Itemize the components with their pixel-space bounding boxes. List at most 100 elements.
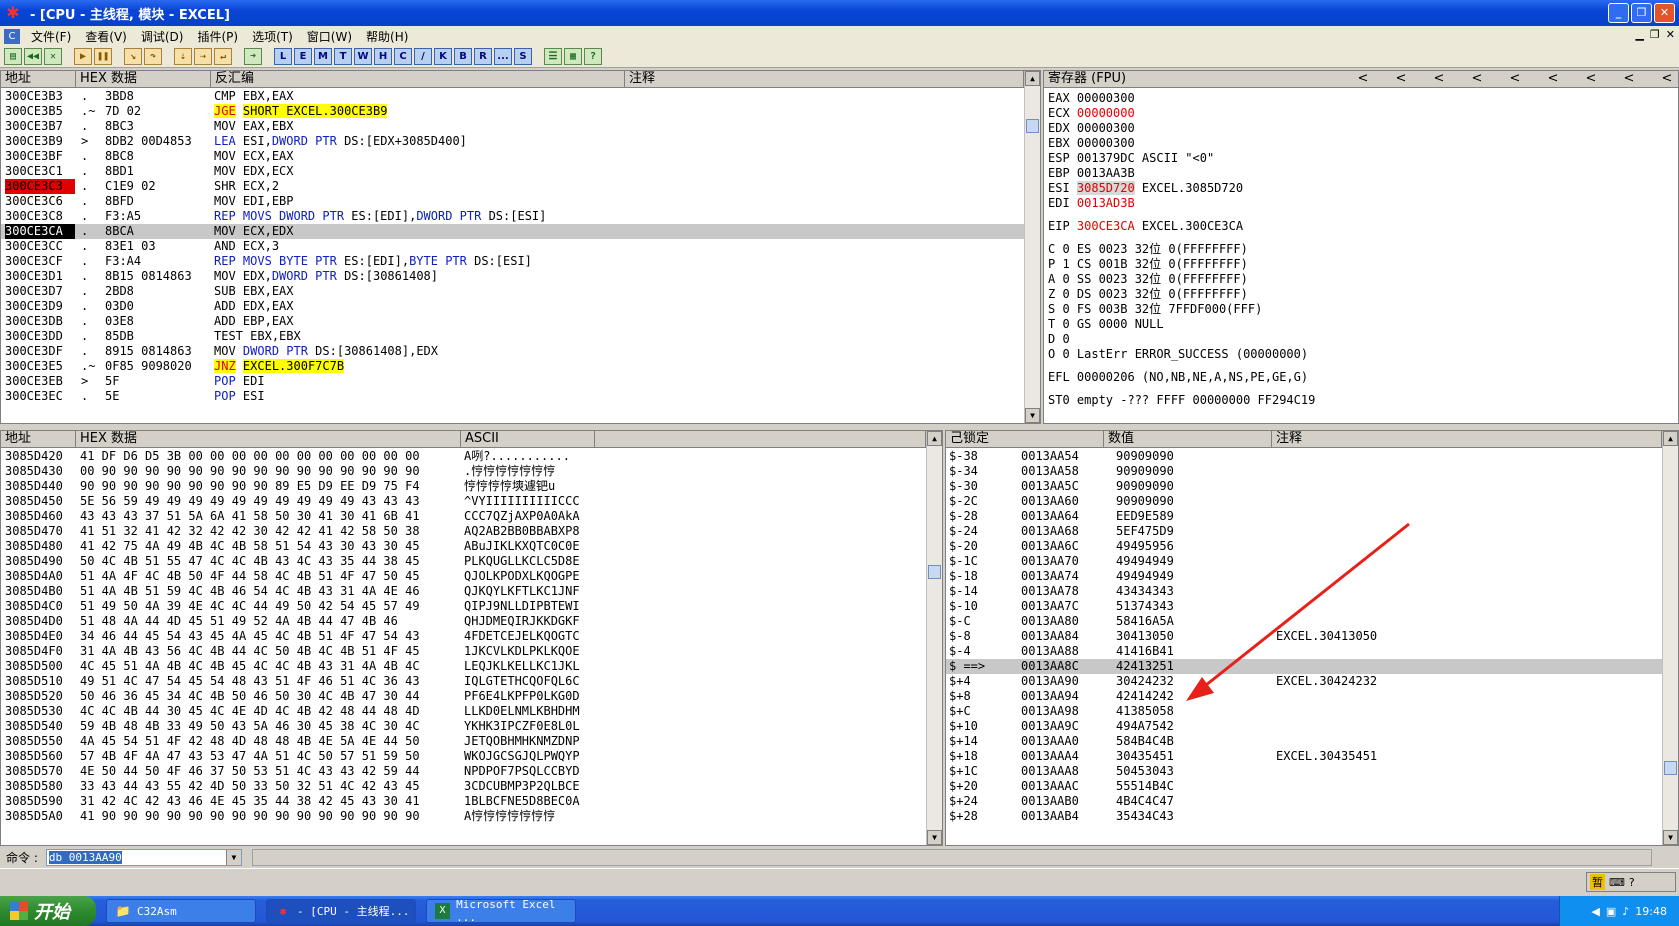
menu-file[interactable]: 文件(F)	[24, 28, 78, 45]
stack-row[interactable]: $-24 0013AA68 5EF475D9	[946, 524, 1662, 539]
dump-row[interactable]: 3085D420 41 DF D6 D5 3B 00 00 00 00 00 00…	[1, 449, 926, 464]
dump-row[interactable]: 3085D520 50 46 36 45 34 4C 4B 50 46 50 30…	[1, 689, 926, 704]
ime-toolbar[interactable]: 暂 ⌨ ?	[1586, 872, 1676, 892]
col-header-comment[interactable]: 注释	[625, 71, 1024, 88]
windows-window-icon[interactable]: W	[354, 48, 372, 65]
registers-header[interactable]: 寄存器 (FPU) < < < < < < < < <	[1044, 71, 1678, 88]
stack-row[interactable]: $-14 0013AA78 43434343	[946, 584, 1662, 599]
stack-row[interactable]: $-10 0013AA7C 51374343	[946, 599, 1662, 614]
dump-row[interactable]: 3085D4F0 31 4A 4B 43 56 4C 4B 44 4C 50 4B…	[1, 644, 926, 659]
menu-view[interactable]: 查看(V)	[78, 28, 134, 45]
dump-row[interactable]: 3085D550 4A 45 54 51 4F 42 48 4D 48 48 4B…	[1, 734, 926, 749]
restore-button[interactable]: ❐	[1631, 3, 1652, 23]
tray-expand-icon[interactable]: ◀	[1591, 905, 1599, 918]
stack-col-header-value[interactable]: 数值	[1104, 431, 1272, 448]
window-title-bar[interactable]: ✱ - [CPU - 主线程, 模块 - EXCEL] _ ❐ ✕	[0, 0, 1679, 26]
breakpoints-window-icon[interactable]: B	[454, 48, 472, 65]
execute-till-return-icon[interactable]: ↵	[214, 48, 232, 65]
stack-row[interactable]: $+10 0013AA9C 494A7542	[946, 719, 1662, 734]
stack-row[interactable]: $-34 0013AA58 90909090	[946, 464, 1662, 479]
close-button[interactable]: ✕	[1654, 3, 1675, 23]
open-icon[interactable]: ▤	[4, 48, 22, 65]
modules-window-icon[interactable]: E	[294, 48, 312, 65]
dump-row[interactable]: 3085D590 31 42 4C 42 43 46 4E 45 35 44 38…	[1, 794, 926, 809]
stack-row[interactable]: $-8 0013AA84 30413050 EXCEL.30413050	[946, 629, 1662, 644]
stack-row[interactable]: $+4 0013AA90 30424232 EXCEL.30424232	[946, 674, 1662, 689]
disasm-row[interactable]: 300CE3B5 .~ 7D 02 JGE SHORT EXCEL.300CE3B9	[1, 104, 1024, 119]
start-button[interactable]: 开始	[0, 896, 96, 926]
disasm-row[interactable]: 300CE3C8. F3:A5 REP MOVS DWORD PTR ES:[EDI…	[1, 209, 1024, 224]
stack-row[interactable]: $-1C 0013AA70 49494949	[946, 554, 1662, 569]
disasm-row[interactable]: 300CE3DB. 03E8 ADD EBP,EAX	[1, 314, 1024, 329]
disasm-row[interactable]: 300CE3DD. 85DB TEST EBX,EBX	[1, 329, 1024, 344]
dump-row[interactable]: 3085D470 41 51 32 41 42 32 42 42 30 42 42…	[1, 524, 926, 539]
stack-row[interactable]: $-2C 0013AA60 90909090	[946, 494, 1662, 509]
disasm-row[interactable]: 300CE3DF. 8915 0814863 MOV DWORD PTR DS:[3…	[1, 344, 1024, 359]
goto-icon[interactable]: ➜	[244, 48, 262, 65]
step-into-icon[interactable]: ↘	[124, 48, 142, 65]
references-window-icon[interactable]: R	[474, 48, 492, 65]
disasm-row[interactable]: 300CE3B7. 8BC3 MOV EAX,EBX	[1, 119, 1024, 134]
register-scroll-arrow-icon[interactable]: <	[1420, 71, 1458, 87]
threads-window-icon[interactable]: T	[334, 48, 352, 65]
mdi-restore-icon[interactable]: ❐	[1650, 28, 1660, 41]
disasm-row[interactable]: 300CE3CF. F3:A4 REP MOVS BYTE PTR ES:[EDI]…	[1, 254, 1024, 269]
dump-scroll-up-icon[interactable]: ▲	[927, 431, 942, 446]
menu-plugins[interactable]: 插件(P)	[190, 28, 245, 45]
stack-row[interactable]: $+24 0013AAB0 4B4C4C47	[946, 794, 1662, 809]
call-stack-window-icon[interactable]: K	[434, 48, 452, 65]
stack-row[interactable]: $+14 0013AAA0 584B4C4B	[946, 734, 1662, 749]
memory-window-icon[interactable]: M	[314, 48, 332, 65]
dump-row[interactable]: 3085D5A0 41 90 90 90 90 90 90 90 90 90 90…	[1, 809, 926, 824]
stack-row[interactable]: $+18 0013AAA4 30435451 EXCEL.30435451	[946, 749, 1662, 764]
register-scroll-arrow-icon[interactable]: <	[1344, 71, 1382, 87]
dump-row[interactable]: 3085D450 5E 56 59 49 49 49 49 49 49 49 49…	[1, 494, 926, 509]
dump-col-header-hex[interactable]: HEX 数据	[76, 431, 461, 448]
disasm-row[interactable]: 300CE3D1. 8B15 0814863 MOV EDX,DWORD PTR D…	[1, 269, 1024, 284]
stack-scroll-up-icon[interactable]: ▲	[1663, 431, 1678, 446]
tray-volume-icon[interactable]: ♪	[1622, 905, 1629, 918]
dump-scroll-down-icon[interactable]: ▼	[927, 830, 942, 845]
dump-col-header-ascii[interactable]: ASCII	[461, 431, 595, 448]
menu-window[interactable]: 窗口(W)	[300, 28, 359, 45]
register-scroll-arrow-icon[interactable]: <	[1572, 71, 1610, 87]
stack-row[interactable]: $-4 0013AA88 41416B41	[946, 644, 1662, 659]
register-scroll-arrow-icon[interactable]: <	[1648, 71, 1678, 87]
dump-row[interactable]: 3085D500 4C 45 51 4A 4B 4C 4B 45 4C 4C 4B…	[1, 659, 926, 674]
scroll-thumb[interactable]	[1026, 119, 1039, 133]
source-window-icon[interactable]: S	[514, 48, 532, 65]
disasm-row[interactable]: 300CE3BF. 8BC8 MOV ECX,EAX	[1, 149, 1024, 164]
disasm-row[interactable]: 300CE3B3. 3BD8 CMP EBX,EAX	[1, 89, 1024, 104]
col-header-address[interactable]: 地址	[1, 71, 76, 88]
memory-dump-pane[interactable]: 地址 HEX 数据 ASCII 3085D420 41 DF D6 D5 3B 0…	[0, 430, 943, 846]
register-scroll-arrow-icon[interactable]: <	[1610, 71, 1648, 87]
help-icon[interactable]: ?	[584, 48, 602, 65]
patches-window-icon[interactable]: /	[414, 48, 432, 65]
disasm-row[interactable]: 300CE3C1. 8BD1 MOV EDX,ECX	[1, 164, 1024, 179]
trace-over-icon[interactable]: ⇢	[194, 48, 212, 65]
ime-help-icon[interactable]: ?	[1629, 876, 1635, 889]
register-scroll-arrow-icon[interactable]: <	[1496, 71, 1534, 87]
stack-col-header-comment[interactable]: 注释	[1272, 431, 1662, 448]
menu-options[interactable]: 选项(T)	[245, 28, 300, 45]
dump-row[interactable]: 3085D560 57 4B 4F 4A 47 43 53 47 4A 51 4C…	[1, 749, 926, 764]
disasm-row[interactable]: 300CE3D7. 2BD8 SUB EBX,EAX	[1, 284, 1024, 299]
dump-row[interactable]: 3085D480 41 42 75 4A 49 4B 4C 4B 58 51 54…	[1, 539, 926, 554]
dump-scroll-thumb[interactable]	[928, 565, 941, 579]
dump-row[interactable]: 3085D510 49 51 4C 47 54 45 54 48 43 51 4F…	[1, 674, 926, 689]
dump-row[interactable]: 3085D4B0 51 4A 4B 51 59 4C 4B 46 54 4C 4B…	[1, 584, 926, 599]
dump-row[interactable]: 3085D4A0 51 4A 4F 4C 4B 50 4F 44 58 4C 4B…	[1, 569, 926, 584]
stack-scroll-thumb[interactable]	[1664, 761, 1677, 775]
dump-scrollbar[interactable]: ▲ ▼	[926, 431, 942, 845]
stack-pane[interactable]: 己锁定 数值 注释 $-38 0013AA54 90909090 $-34 0013AA…	[945, 430, 1679, 846]
disasm-row[interactable]: 300CE3C6. 8BFD MOV EDI,EBP	[1, 194, 1024, 209]
col-header-disasm[interactable]: 反汇编	[211, 71, 625, 88]
dump-row[interactable]: 3085D440 90 90 90 90 90 90 90 90 90 89 E5…	[1, 479, 926, 494]
stack-scrollbar[interactable]: ▲ ▼	[1662, 431, 1678, 845]
disasm-row[interactable]: 300CE3CC. 83E1 03 AND ECX,3	[1, 239, 1024, 254]
grid-icon[interactable]: ▦	[564, 48, 582, 65]
list-icon[interactable]: ☰	[544, 48, 562, 65]
stack-row[interactable]: $+28 0013AAB4 35434C43	[946, 809, 1662, 824]
dump-row[interactable]: 3085D4C0 51 49 50 4A 39 4E 4C 4C 44 49 50…	[1, 599, 926, 614]
disasm-row[interactable]: 300CE3EC. 5E POP ESI	[1, 389, 1024, 404]
